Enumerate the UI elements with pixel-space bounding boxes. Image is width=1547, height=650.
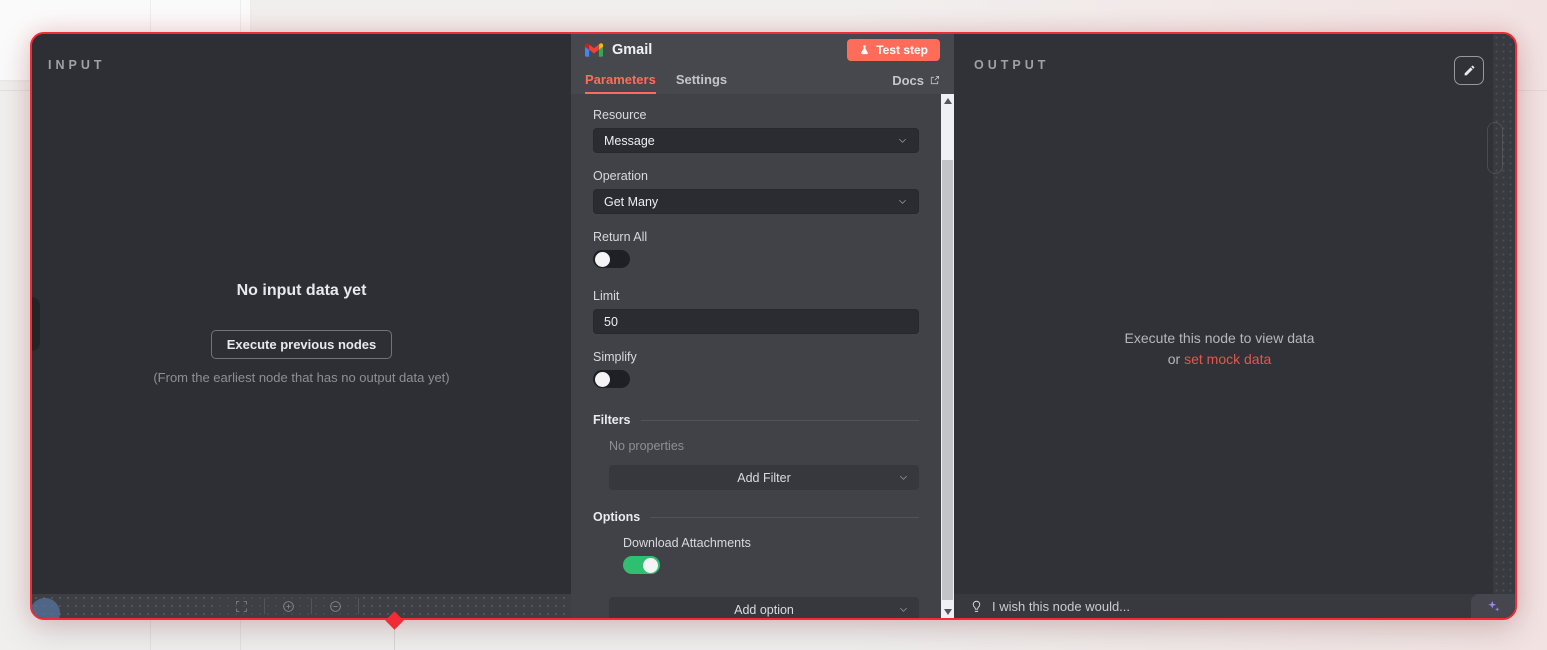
simplify-label: Simplify (593, 350, 919, 364)
resource-field: Resource Message (593, 108, 919, 153)
external-link-icon (929, 75, 940, 86)
execute-previous-nodes-button[interactable]: Execute previous nodes (211, 330, 393, 359)
filters-empty-text: No properties (609, 439, 919, 453)
zoom-out-button[interactable] (312, 594, 358, 618)
scroll-down-arrow[interactable] (941, 605, 954, 618)
zoom-out-icon (329, 600, 342, 613)
return-all-label: Return All (593, 230, 919, 244)
toggle-knob (595, 252, 610, 267)
output-empty-state: Execute this node to view data or set mo… (954, 328, 1485, 370)
panel-resize-handle-right[interactable] (1487, 122, 1503, 174)
add-option-label: Add option (734, 603, 794, 617)
download-attachments-toggle[interactable] (623, 556, 660, 574)
operation-value: Get Many (604, 195, 658, 209)
node-details-modal: INPUT No input data yet Execute previous… (30, 32, 1517, 620)
canvas-strip (32, 594, 571, 618)
input-empty-title: No input data yet (32, 282, 571, 300)
chevron-down-icon (897, 196, 908, 207)
zoom-in-icon (282, 600, 295, 613)
zoom-in-button[interactable] (265, 594, 311, 618)
background-node-dot (32, 598, 60, 618)
operation-field: Operation Get Many (593, 169, 919, 214)
return-all-field: Return All (593, 230, 919, 273)
simplify-toggle[interactable] (593, 370, 630, 388)
resource-label: Resource (593, 108, 919, 122)
wish-input[interactable]: I wish this node would... (992, 599, 1471, 614)
output-panel: OUTPUT Execute this node to view data or… (954, 34, 1515, 594)
test-step-label: Test step (876, 43, 928, 57)
operation-label: Operation (593, 169, 919, 183)
return-all-toggle[interactable] (593, 250, 630, 268)
resource-select[interactable]: Message (593, 128, 919, 153)
edit-output-button[interactable] (1454, 56, 1484, 85)
limit-field: Limit 50 (593, 289, 919, 334)
parameters-form: Resource Message Operation Get Many Retu… (571, 94, 941, 618)
input-panel: INPUT No input data yet Execute previous… (32, 34, 571, 594)
gmail-logo-icon (585, 43, 603, 57)
chevron-down-icon (898, 472, 909, 483)
fit-view-button[interactable] (218, 594, 264, 618)
limit-value: 50 (604, 315, 618, 329)
tab-parameters[interactable]: Parameters (585, 66, 656, 94)
chevron-down-icon (898, 604, 909, 615)
triangle-up-icon (944, 98, 952, 104)
add-filter-button[interactable]: Add Filter (609, 465, 919, 490)
limit-label: Limit (593, 289, 919, 303)
ai-assistant-button[interactable] (1471, 594, 1515, 618)
set-mock-data-link[interactable]: set mock data (1184, 351, 1271, 367)
download-attachments-field: Download Attachments (623, 536, 919, 579)
add-option-button[interactable]: Add option (609, 597, 919, 618)
operation-select[interactable]: Get Many (593, 189, 919, 214)
toggle-knob (643, 558, 658, 573)
resource-value: Message (604, 134, 655, 148)
chevron-down-icon (897, 135, 908, 146)
lightbulb-icon (970, 600, 983, 613)
simplify-field: Simplify (593, 350, 919, 393)
tab-settings[interactable]: Settings (676, 66, 727, 94)
controls-divider (358, 598, 359, 614)
node-tabs: Parameters Settings Docs (571, 66, 954, 94)
node-header: Gmail Test step (571, 34, 954, 66)
scroll-up-arrow[interactable] (941, 94, 954, 107)
output-empty-line1: Execute this node to view data (954, 328, 1485, 349)
output-panel-title: OUTPUT (974, 58, 1049, 72)
node-feedback-bar: I wish this node would... (954, 594, 1515, 618)
input-empty-hint: (From the earliest node that has no outp… (137, 369, 467, 387)
input-empty-state: No input data yet Execute previous nodes… (32, 282, 571, 387)
scrollbar-thumb[interactable] (942, 160, 953, 600)
test-step-button[interactable]: Test step (847, 39, 940, 61)
docs-link[interactable]: Docs (892, 66, 940, 94)
limit-input[interactable]: 50 (593, 309, 919, 334)
node-title: Gmail (612, 42, 652, 58)
add-filter-label: Add Filter (737, 471, 791, 485)
options-section-header: Options (593, 510, 919, 524)
filters-section-header: Filters (593, 413, 919, 427)
output-empty-line2: or set mock data (954, 349, 1485, 370)
toggle-knob (595, 372, 610, 387)
docs-label: Docs (892, 73, 924, 88)
node-settings-panel: Gmail Test step Parameters Settings Docs… (571, 34, 954, 618)
fit-view-icon (235, 600, 248, 613)
parameters-scrollbar[interactable] (941, 94, 954, 618)
triangle-down-icon (944, 609, 952, 615)
canvas-edge-dots (1493, 34, 1515, 594)
download-attachments-label: Download Attachments (623, 536, 919, 550)
pencil-icon (1463, 64, 1476, 77)
ai-sparkle-icon (1486, 599, 1501, 614)
input-panel-title: INPUT (48, 58, 106, 72)
canvas-controls (218, 594, 359, 618)
flask-icon (859, 44, 870, 56)
or-text: or (1168, 351, 1180, 367)
